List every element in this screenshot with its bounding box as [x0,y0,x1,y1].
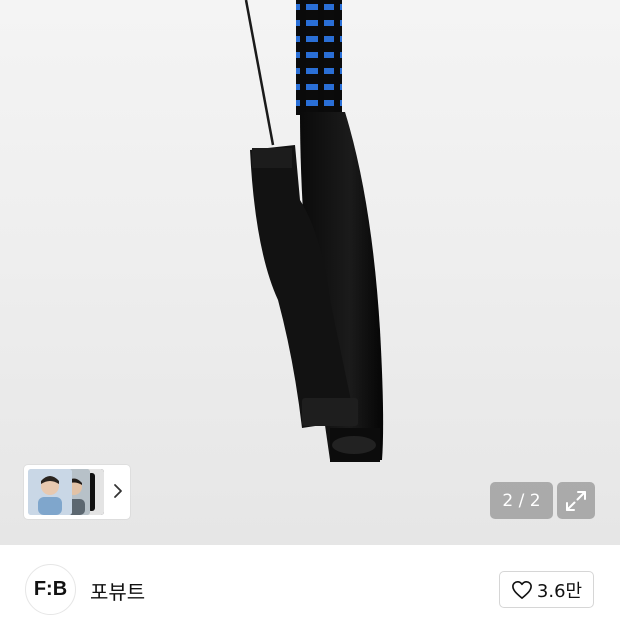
product-image [244,0,384,462]
thumbnail-strip[interactable] [24,465,130,519]
chevron-right-icon[interactable] [113,482,123,500]
like-count: 3.6만 [536,580,583,602]
expand-icon [566,490,586,511]
person-image [28,469,72,515]
thumbnail-image[interactable] [28,469,72,515]
like-button[interactable]: 3.6만 [499,571,594,608]
product-image-gallery[interactable]: 2 / 2 [0,0,620,545]
image-counter: 2 / 2 [490,482,553,519]
thumbnail-stack[interactable] [28,469,104,515]
brand-name[interactable]: 포뷰트 [90,576,145,605]
brand-logo[interactable]: F:B [25,564,76,615]
heart-icon [511,580,532,599]
expand-button[interactable] [557,482,595,519]
